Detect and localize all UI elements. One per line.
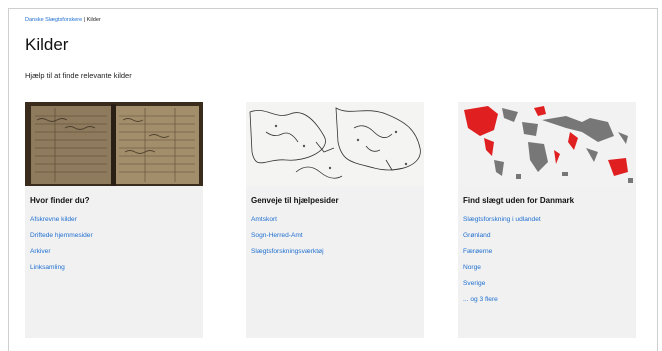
link-amtskort[interactable]: Amtskort — [251, 215, 424, 231]
card-where-to-find: Hvor finder du? Afskrevne kilder Drifted… — [25, 102, 203, 338]
card-title: Genveje til hjælpesider — [251, 196, 339, 205]
card-link-list: Afskrevne kilder Driftede hjemmesider Ar… — [25, 215, 203, 279]
link-sogn-herred-amt[interactable]: Sogn-Herred-Amt — [251, 231, 424, 247]
link-norge[interactable]: Norge — [463, 263, 636, 279]
card-title: Hvor finder du? — [30, 196, 90, 205]
page-intro: Hjælp til at finde relevante kilder — [25, 71, 132, 80]
link-afskrevne-kilder[interactable]: Afskrevne kilder — [30, 215, 203, 231]
card-link-list: Slægtsforskning i udlandet Grønland Færø… — [458, 215, 636, 311]
link-groenland[interactable]: Grønland — [463, 231, 636, 247]
card-shortcuts: Genveje til hjælpesider Amtskort Sogn-He… — [246, 102, 424, 338]
link-slaegtsforskningsvaerktoej[interactable]: Slægtsforskningsværktøj — [251, 247, 424, 263]
breadcrumb-home-link[interactable]: Danske Slægtsforskere — [25, 17, 82, 23]
card-outside-denmark: Find slægt uden for Danmark Slægtsforskn… — [458, 102, 636, 338]
link-slaegtsforskning-i-udlandet[interactable]: Slægtsforskning i udlandet — [463, 215, 636, 231]
link-arkiver[interactable]: Arkiver — [30, 247, 203, 263]
old-map-image[interactable] — [246, 102, 424, 186]
link-more[interactable]: ... og 3 flere — [463, 295, 636, 311]
breadcrumb: Danske Slægtsforskere | Kilder — [25, 17, 101, 23]
card-link-list: Amtskort Sogn-Herred-Amt Slægtsforskning… — [246, 215, 424, 263]
old-ledger-image[interactable] — [25, 102, 203, 186]
world-map-image[interactable] — [458, 102, 636, 186]
link-driftede-hjemmesider[interactable]: Driftede hjemmesider — [30, 231, 203, 247]
breadcrumb-current: Kilder — [86, 17, 101, 23]
link-faeroeerne[interactable]: Færøerne — [463, 247, 636, 263]
card-title: Find slægt uden for Danmark — [463, 196, 575, 205]
link-sverige[interactable]: Sverige — [463, 279, 636, 295]
link-linksamling[interactable]: Linksamling — [30, 263, 203, 279]
page-frame: Danske Slægtsforskere | Kilder Kilder Hj… — [8, 8, 658, 351]
page-title: Kilder — [25, 35, 69, 54]
